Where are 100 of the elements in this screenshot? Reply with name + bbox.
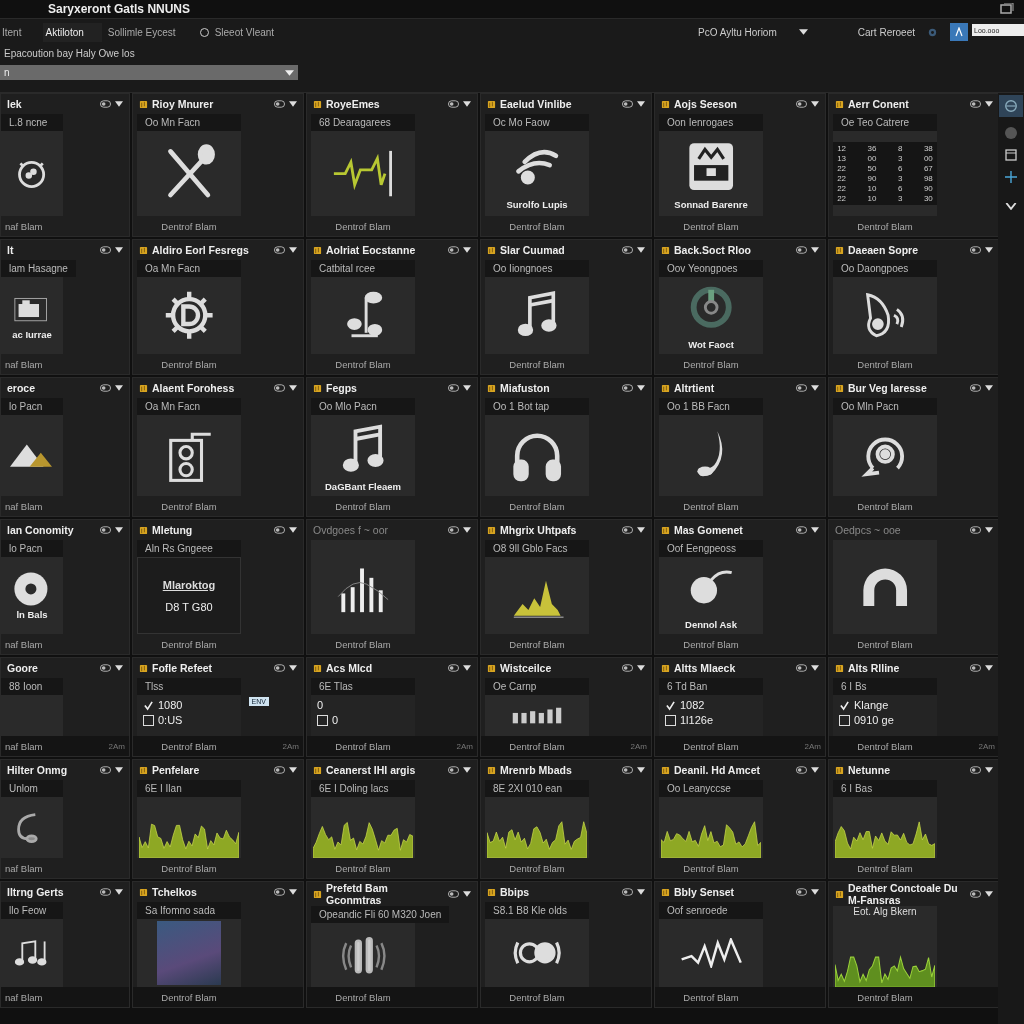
caret-icon[interactable]	[811, 385, 819, 391]
toggle-icon[interactable]	[970, 664, 981, 672]
caret-icon[interactable]	[463, 767, 471, 773]
toggle-icon[interactable]	[970, 890, 981, 899]
caret-icon[interactable]	[463, 385, 471, 391]
toggle-icon[interactable]	[970, 384, 981, 392]
caret-icon[interactable]	[637, 385, 645, 391]
toggle-icon[interactable]	[274, 384, 285, 392]
caret-icon[interactable]	[289, 527, 297, 533]
checkbox[interactable]	[839, 714, 850, 726]
toggle-icon[interactable]	[796, 246, 807, 254]
caret-icon[interactable]	[637, 247, 645, 253]
caret-icon[interactable]	[985, 767, 993, 773]
toolbar-button[interactable]: Cart Reroeet	[849, 24, 923, 40]
toggle-icon[interactable]	[448, 890, 459, 899]
caret-icon[interactable]	[289, 889, 297, 895]
caret-icon[interactable]	[985, 891, 993, 898]
toggle-icon[interactable]	[100, 246, 111, 254]
caret-icon[interactable]	[985, 385, 993, 391]
toggle-icon[interactable]	[796, 664, 807, 672]
checkbox[interactable]	[665, 714, 676, 726]
toggle-icon[interactable]	[622, 246, 633, 254]
toggle-icon[interactable]	[970, 766, 981, 774]
toggle-icon[interactable]	[448, 100, 459, 108]
toggle-icon[interactable]	[448, 246, 459, 254]
tab[interactable]: Aktiloton	[43, 22, 102, 42]
dropdown[interactable]: PcO Ayltu Horiom	[690, 24, 816, 40]
toggle-icon[interactable]	[448, 766, 459, 774]
caret-icon[interactable]	[811, 767, 819, 773]
checkbox[interactable]	[839, 699, 850, 711]
caret-icon[interactable]	[637, 889, 645, 895]
add-icon[interactable]	[1005, 171, 1017, 183]
window-icon[interactable]	[1005, 149, 1017, 161]
toggle-icon[interactable]	[796, 526, 807, 534]
toggle-icon[interactable]	[622, 100, 633, 108]
circle-icon[interactable]	[1005, 127, 1017, 139]
caret-icon[interactable]	[463, 527, 471, 533]
toggle-icon[interactable]	[100, 384, 111, 392]
toggle-icon[interactable]	[100, 526, 111, 534]
toggle-icon[interactable]	[970, 526, 981, 534]
caret-icon[interactable]	[115, 101, 123, 107]
gear-icon[interactable]	[927, 26, 938, 38]
toggle-icon[interactable]	[274, 664, 285, 672]
toggle-icon[interactable]	[796, 766, 807, 774]
toggle-icon[interactable]	[796, 100, 807, 108]
caret-icon[interactable]	[463, 101, 471, 107]
caret-icon[interactable]	[985, 101, 993, 107]
caret-icon[interactable]	[115, 889, 123, 895]
toggle-icon[interactable]	[100, 766, 111, 774]
caret-icon[interactable]	[115, 767, 123, 773]
caret-icon[interactable]	[289, 665, 297, 671]
toggle-icon[interactable]	[796, 888, 807, 896]
checkbox[interactable]	[143, 714, 154, 726]
toggle-icon[interactable]	[100, 100, 111, 108]
toggle-icon[interactable]	[274, 246, 285, 254]
toggle-icon[interactable]	[274, 888, 285, 896]
caret-icon[interactable]	[463, 891, 471, 898]
caret-icon[interactable]	[289, 101, 297, 107]
toggle-icon[interactable]	[100, 888, 111, 896]
caret-icon[interactable]	[289, 385, 297, 391]
scroll-down-icon[interactable]	[1005, 203, 1017, 210]
toggle-icon[interactable]	[622, 664, 633, 672]
toggle-icon[interactable]	[100, 664, 111, 672]
caret-icon[interactable]	[289, 767, 297, 773]
caret-icon[interactable]	[115, 665, 123, 671]
toggle-icon[interactable]	[622, 526, 633, 534]
caret-icon[interactable]	[115, 527, 123, 533]
caret-icon[interactable]	[463, 247, 471, 253]
toggle-icon[interactable]	[622, 766, 633, 774]
caret-icon[interactable]	[985, 527, 993, 533]
checkbox[interactable]	[143, 699, 154, 711]
tool-button[interactable]	[950, 23, 968, 41]
caret-icon[interactable]	[811, 247, 819, 253]
caret-icon[interactable]	[637, 767, 645, 773]
toggle-icon[interactable]	[274, 526, 285, 534]
globe-icon[interactable]	[999, 95, 1023, 117]
toggle-icon[interactable]	[448, 526, 459, 534]
caret-icon[interactable]	[811, 527, 819, 533]
checkbox[interactable]	[665, 699, 676, 711]
caret-icon[interactable]	[811, 101, 819, 107]
caret-icon[interactable]	[115, 385, 123, 391]
toggle-icon[interactable]	[622, 384, 633, 392]
toggle-icon[interactable]	[970, 100, 981, 108]
toggle-icon[interactable]	[970, 246, 981, 254]
caret-icon[interactable]	[115, 247, 123, 253]
caret-icon[interactable]	[811, 889, 819, 895]
caret-icon[interactable]	[811, 665, 819, 671]
toggle-icon[interactable]	[796, 384, 807, 392]
filter-dropdown[interactable]: n	[0, 65, 298, 80]
toggle-icon[interactable]	[274, 766, 285, 774]
caret-icon[interactable]	[289, 247, 297, 253]
toggle-icon[interactable]	[622, 888, 633, 896]
checkbox[interactable]	[317, 714, 328, 726]
caret-icon[interactable]	[637, 527, 645, 533]
caret-icon[interactable]	[463, 665, 471, 671]
caret-icon[interactable]	[637, 101, 645, 107]
toggle-icon[interactable]	[274, 100, 285, 108]
tab[interactable]: Sleeot Vleant	[197, 22, 293, 42]
tab[interactable]: Sollimle Eycest	[105, 22, 194, 42]
tab[interactable]: Itent	[0, 22, 40, 42]
